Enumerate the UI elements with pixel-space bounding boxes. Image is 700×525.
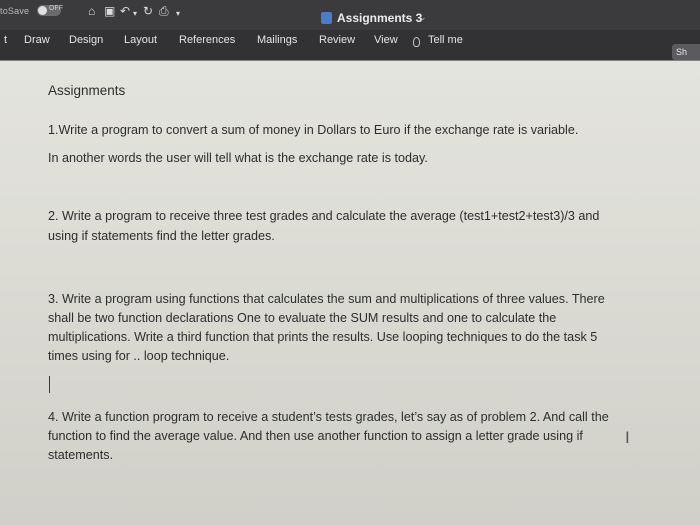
question-2-line-1: 2. Write a program to receive three test… [48, 209, 600, 223]
question-1-line-1: 1.Write a program to convert a sum of mo… [48, 123, 579, 137]
autosave-toggle[interactable]: OFF [37, 5, 63, 16]
document-title: Assignments 3 [337, 11, 423, 25]
document-page[interactable]: Assignments 1.Write a program to convert… [0, 61, 700, 525]
title-bar: toSave OFF ⌂ ▣ ↶ ▾ ↻ ⎙ ▾ Assignments 3 ⌄ [0, 0, 700, 30]
title-chevron-icon[interactable]: ⌄ [419, 12, 427, 23]
tab-layout[interactable]: Layout [124, 34, 157, 46]
question-2-line-2: using if statements find the letter grad… [48, 229, 275, 243]
redo-icon[interactable]: ↻ [143, 5, 153, 17]
print-icon[interactable]: ⎙ [159, 5, 169, 17]
question-3-line-3: multiplications. Write a third function … [48, 330, 598, 344]
question-4-line-2: function to find the average value. And … [48, 429, 583, 443]
word-window: toSave OFF ⌂ ▣ ↶ ▾ ↻ ⎙ ▾ Assignments 3 ⌄… [0, 0, 700, 525]
question-4-line-3: statements. [48, 448, 114, 462]
undo-icon[interactable]: ↶ [120, 5, 130, 17]
tab-references[interactable]: References [179, 34, 235, 46]
question-4-line-1: 4. Write a function program to receive a… [48, 410, 609, 424]
question-3-line-1: 3. Write a program using functions that … [48, 292, 605, 306]
undo-dropdown-icon[interactable]: ▾ [133, 8, 137, 20]
tell-me-search[interactable]: Tell me [428, 34, 463, 46]
ribbon-tabs: t Draw Design Layout References Mailings… [0, 30, 700, 60]
tab-view[interactable]: View [374, 34, 398, 46]
tab-mailings[interactable]: Mailings [257, 34, 297, 46]
home-icon[interactable]: ⌂ [88, 5, 95, 17]
autosave-state: OFF [49, 5, 63, 12]
tab-partial[interactable]: t [4, 34, 7, 46]
ibeam-pointer-icon: I [625, 428, 630, 447]
question-3-line-2: shall be two function declarations One t… [48, 311, 557, 325]
tab-review[interactable]: Review [319, 34, 355, 46]
tab-draw[interactable]: Draw [24, 34, 50, 46]
save-icon[interactable]: ▣ [104, 5, 115, 17]
lightbulb-icon[interactable] [413, 37, 420, 47]
tab-design[interactable]: Design [69, 34, 103, 46]
share-button[interactable]: Sh [672, 44, 700, 60]
question-3-line-4: times using for .. loop technique. [48, 349, 230, 363]
autosave-toggle-knob [38, 6, 47, 15]
word-document-icon [321, 12, 332, 24]
customize-toolbar-icon[interactable]: ▾ [176, 8, 180, 20]
document-heading: Assignments [48, 83, 126, 98]
autosave-label: toSave [0, 6, 30, 16]
question-1-line-2: In another words the user will tell what… [48, 151, 428, 165]
text-insertion-cursor [49, 376, 50, 393]
